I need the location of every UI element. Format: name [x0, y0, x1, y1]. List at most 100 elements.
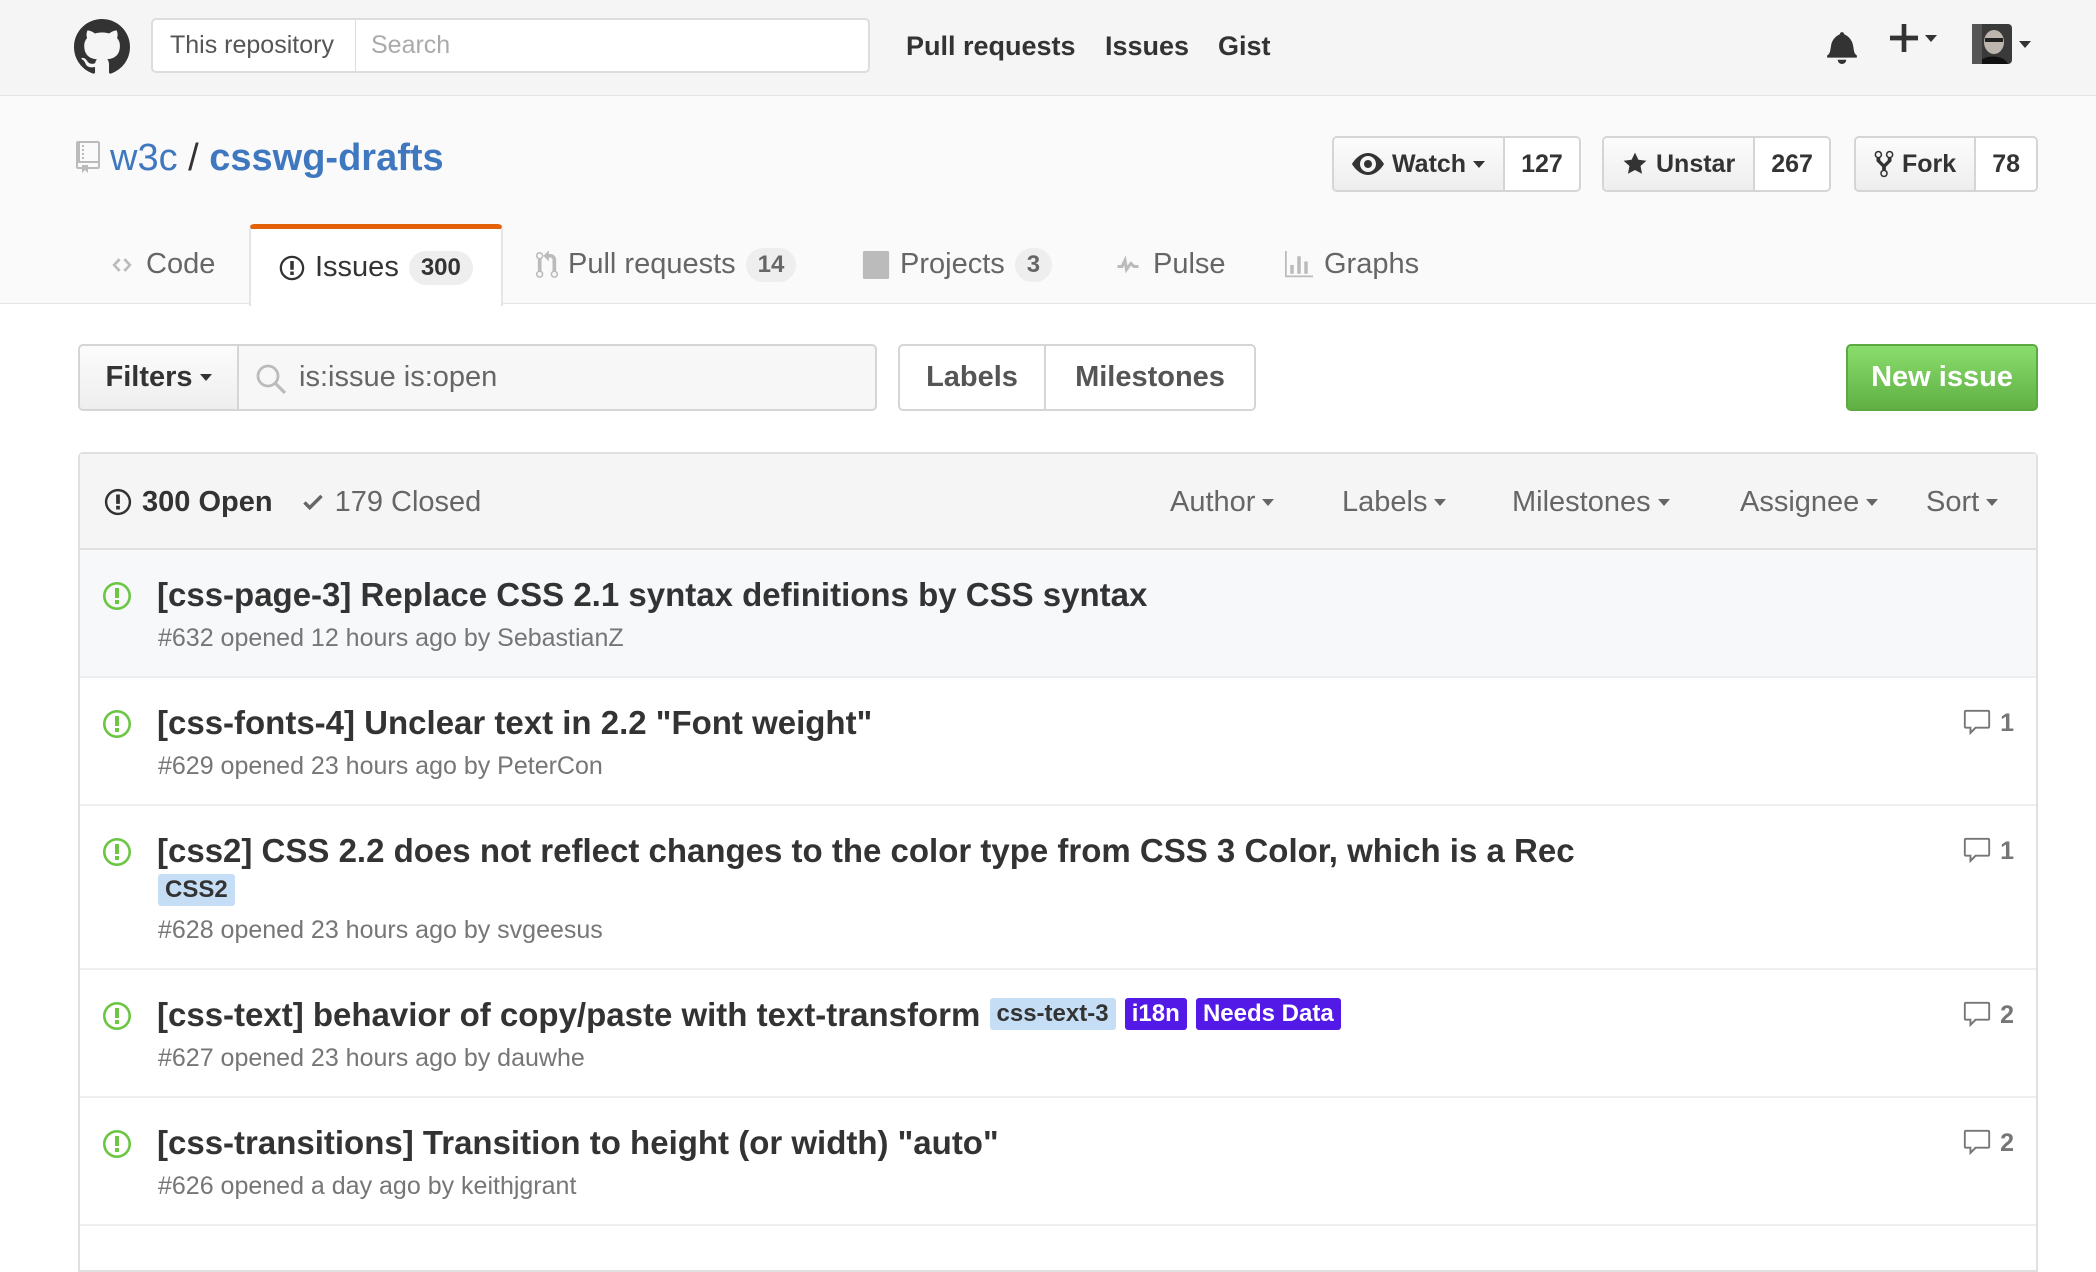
label-i18n[interactable]: i18n	[1124, 998, 1187, 1031]
nav-gist[interactable]: Gist	[1218, 26, 1271, 66]
site-search: This repository	[151, 18, 870, 73]
fork-icon	[1874, 150, 1894, 178]
repo-icon	[76, 140, 100, 173]
open-count: 300 Open	[142, 485, 273, 518]
issue-title-container: [css-text] behavior of copy/paste with t…	[157, 996, 1341, 1034]
comment-count-link[interactable]: 2	[1962, 1000, 2014, 1030]
labels-filter[interactable]: Labels	[1342, 454, 1447, 550]
issue-opened-icon	[103, 1002, 131, 1030]
label-css-text-3[interactable]: css-text-3	[989, 998, 1116, 1031]
closed-issues-toggle[interactable]: 179 Closed	[301, 486, 481, 519]
filter-label: Labels	[1342, 485, 1428, 518]
author-filter[interactable]: Author	[1170, 454, 1275, 550]
label-css2[interactable]: CSS2	[158, 874, 235, 906]
issue-title-link[interactable]: [css-text] behavior of copy/paste with t…	[157, 996, 980, 1033]
issue-opened-icon	[103, 582, 131, 610]
labels-button[interactable]: Labels	[900, 346, 1046, 409]
tab-pull-requests[interactable]: Pull requests 14	[536, 224, 797, 305]
issue-row[interactable]: [css-text] behavior of copy/paste with t…	[80, 970, 2036, 1098]
open-issues-toggle[interactable]: 300 Open	[104, 486, 273, 519]
chevron-down-icon	[1657, 498, 1670, 506]
project-icon	[862, 250, 890, 279]
create-new-menu[interactable]	[1890, 24, 1937, 52]
comment-count: 1	[2000, 708, 2014, 737]
repo-owner-link[interactable]: w3c	[110, 137, 178, 179]
unstar-button[interactable]: Unstar	[1604, 138, 1756, 190]
search-scope-label[interactable]: This repository	[153, 20, 356, 71]
filter-label: Assignee	[1740, 485, 1860, 518]
assignee-filter[interactable]: Assignee	[1740, 454, 1879, 550]
milestones-button[interactable]: Milestones	[1046, 346, 1254, 409]
issue-row[interactable]: [css-fonts-4] Unclear text in 2.2 "Font …	[80, 678, 2036, 806]
tab-label: Code	[146, 248, 216, 280]
issue-row[interactable]: [css-page-3] Replace CSS 2.1 syntax defi…	[80, 550, 2036, 678]
tab-label: Projects	[900, 248, 1005, 280]
chevron-down-icon	[1866, 498, 1879, 506]
tab-code[interactable]: Code	[108, 224, 215, 305]
avatar	[1972, 24, 2012, 64]
comment-icon	[1963, 1129, 1991, 1156]
comment-icon	[1963, 709, 1991, 736]
tab-label: Pulse	[1153, 248, 1226, 280]
repo-header: w3c / csswg-drafts Watch 127 Unstar 267 …	[0, 96, 2096, 306]
user-menu[interactable]	[1972, 24, 2031, 64]
issue-meta: #629 opened 23 hours ago by PeterCon	[158, 752, 603, 780]
issue-labels: CSS2	[158, 874, 235, 906]
tab-label: Graphs	[1324, 248, 1420, 280]
repo-separator: /	[188, 137, 199, 179]
comment-count-link[interactable]: 2	[1962, 1128, 2014, 1158]
filters-label: Filters	[105, 361, 193, 393]
graph-icon	[1285, 250, 1313, 277]
tab-projects[interactable]: Projects 3	[862, 224, 1053, 305]
bell-icon[interactable]	[1826, 30, 1858, 64]
github-logo-icon[interactable]	[74, 19, 130, 75]
issue-title-link[interactable]: [css-page-3] Replace CSS 2.1 syntax defi…	[157, 576, 1147, 614]
comment-icon	[1963, 1001, 1991, 1028]
filter-label: Milestones	[1512, 485, 1651, 518]
comment-count: 2	[2000, 1128, 2014, 1157]
watch-count[interactable]: 127	[1505, 138, 1579, 190]
comment-count: 1	[2000, 836, 2014, 865]
check-icon	[302, 494, 323, 511]
watch-button[interactable]: Watch	[1334, 138, 1506, 190]
issues-list-header: 300 Open 179 Closed Author Labels Milest…	[80, 454, 2036, 550]
issue-opened-icon	[103, 838, 131, 866]
filter-label: Author	[1170, 485, 1256, 518]
issue-opened-icon	[103, 710, 131, 738]
issue-title-link[interactable]: [css2] CSS 2.2 does not reflect changes …	[157, 832, 1575, 870]
sort-filter[interactable]: Sort	[1926, 454, 1999, 550]
filters-button[interactable]: Filters	[78, 344, 239, 411]
star-count[interactable]: 267	[1755, 138, 1829, 190]
comment-count-link[interactable]: 1	[1962, 708, 2014, 738]
fork-button[interactable]: Fork	[1856, 138, 1977, 190]
tab-issues[interactable]: Issues 300	[249, 224, 503, 306]
new-issue-button[interactable]: New issue	[1846, 344, 2038, 411]
issue-title-link[interactable]: [css-fonts-4] Unclear text in 2.2 "Font …	[157, 704, 872, 742]
tab-pulse[interactable]: Pulse	[1113, 224, 1226, 305]
filter-label: Sort	[1926, 485, 1980, 518]
fork-button-group: Fork 78	[1854, 136, 2038, 192]
label-needs-data[interactable]: Needs Data	[1195, 998, 1341, 1031]
milestones-filter[interactable]: Milestones	[1512, 454, 1670, 550]
issue-row[interactable]: [css2] CSS 2.2 does not reflect changes …	[80, 806, 2036, 970]
chevron-down-icon	[199, 374, 212, 381]
search-input[interactable]	[357, 20, 862, 71]
fork-count[interactable]: 78	[1976, 138, 2036, 190]
chevron-down-icon	[1925, 34, 1937, 42]
comment-count-link[interactable]: 1	[1962, 836, 2014, 866]
search-icon	[256, 364, 287, 395]
tab-graphs[interactable]: Graphs	[1284, 224, 1419, 305]
repo-title: w3c / csswg-drafts	[76, 134, 444, 182]
issue-opened-icon	[279, 255, 305, 280]
nav-pull-requests[interactable]: Pull requests	[906, 26, 1076, 66]
issue-row[interactable]: [css-transitions] Transition to height (…	[80, 1098, 2036, 1226]
repo-name-link[interactable]: csswg-drafts	[209, 137, 443, 179]
chevron-down-icon	[1473, 160, 1486, 168]
issue-meta: #628 opened 23 hours ago by svgeesus	[158, 916, 603, 944]
issues-search-input[interactable]	[297, 346, 867, 409]
chevron-down-icon	[1434, 498, 1447, 506]
issue-meta: #626 opened a day ago by keithjgrant	[158, 1172, 577, 1200]
issue-title-link[interactable]: [css-transitions] Transition to height (…	[157, 1124, 999, 1162]
star-button-group: Unstar 267	[1602, 136, 1831, 192]
nav-issues[interactable]: Issues	[1105, 26, 1189, 66]
